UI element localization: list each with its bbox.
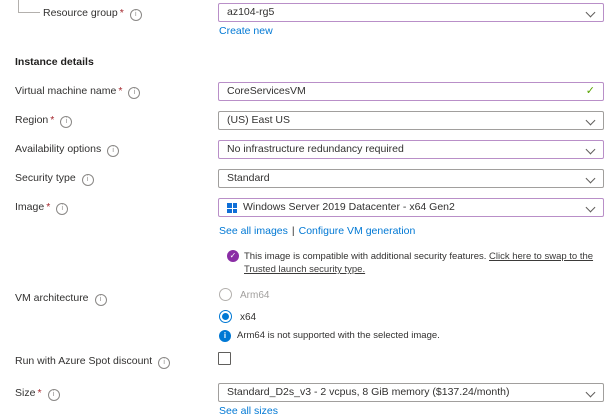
radio-x64[interactable]: [219, 310, 232, 323]
region-dropdown[interactable]: (US) East US: [218, 111, 604, 130]
chevron-down-icon[interactable]: [586, 116, 596, 126]
tree-connector-line: [18, 0, 40, 13]
security-type-value: Standard: [227, 172, 270, 184]
image-value: Windows Server 2019 Datacenter - x64 Gen…: [227, 201, 455, 213]
size-label-text: Size: [15, 387, 35, 399]
link-separator: |: [292, 225, 295, 237]
required-asterisk: *: [120, 7, 124, 19]
image-security-notice: This image is compatible with additional…: [244, 250, 613, 276]
availability-options-label: Availability options i: [15, 143, 119, 157]
size-dropdown[interactable]: Standard_D2s_v3 - 2 vcpus, 8 GiB memory …: [218, 383, 604, 402]
chevron-down-icon[interactable]: [586, 145, 596, 155]
availability-options-value: No infrastructure redundancy required: [227, 143, 404, 155]
chevron-down-icon[interactable]: [586, 8, 596, 18]
availability-options-label-text: Availability options: [15, 143, 101, 155]
radio-x64-label[interactable]: x64: [240, 312, 256, 323]
vm-name-value: CoreServicesVM: [227, 85, 306, 97]
image-links-row: See all images | Configure VM generation: [219, 225, 415, 237]
arm64-not-supported-note: Arm64 is not supported with the selected…: [237, 330, 440, 341]
security-type-dropdown[interactable]: Standard: [218, 169, 604, 188]
create-new-link[interactable]: Create new: [219, 25, 273, 37]
vm-architecture-label: VM architecture i: [15, 292, 107, 306]
info-icon[interactable]: i: [107, 145, 119, 157]
image-security-notice-text: This image is compatible with additional…: [244, 251, 486, 262]
info-icon[interactable]: i: [95, 294, 107, 306]
required-asterisk: *: [50, 114, 54, 126]
azure-spot-checkbox[interactable]: [218, 352, 231, 365]
resource-group-dropdown[interactable]: az104-rg5: [218, 3, 604, 22]
info-icon[interactable]: i: [158, 357, 170, 369]
region-label: Region* i: [15, 114, 72, 128]
chevron-down-icon[interactable]: [586, 174, 596, 184]
info-badge-icon: i: [219, 330, 231, 342]
info-icon[interactable]: i: [82, 174, 94, 186]
image-label-text: Image: [15, 201, 44, 213]
image-label: Image* i: [15, 201, 68, 215]
swap-trusted-launch-link-line1[interactable]: Click here to swap to the: [489, 251, 593, 262]
vm-name-label-text: Virtual machine name: [15, 85, 116, 97]
trusted-launch-shield-icon: ✓: [227, 250, 239, 262]
size-value: Standard_D2s_v3 - 2 vcpus, 8 GiB memory …: [227, 386, 509, 398]
security-type-label-text: Security type: [15, 172, 76, 184]
info-icon[interactable]: i: [60, 116, 72, 128]
radio-arm64-label[interactable]: Arm64: [240, 290, 269, 301]
info-icon[interactable]: i: [130, 9, 142, 21]
see-all-images-link[interactable]: See all images: [219, 225, 288, 237]
vm-name-label: Virtual machine name* i: [15, 85, 140, 99]
availability-options-dropdown[interactable]: No infrastructure redundancy required: [218, 140, 604, 159]
radio-arm64[interactable]: [219, 288, 232, 301]
resource-group-label-text: Resource group: [43, 7, 118, 19]
size-label: Size* i: [15, 387, 60, 401]
required-asterisk: *: [46, 201, 50, 213]
required-asterisk: *: [37, 387, 41, 399]
configure-vm-generation-link[interactable]: Configure VM generation: [299, 225, 416, 237]
see-all-sizes-link[interactable]: See all sizes: [219, 405, 278, 417]
info-icon[interactable]: i: [128, 87, 140, 99]
required-asterisk: *: [118, 85, 122, 97]
image-dropdown[interactable]: Windows Server 2019 Datacenter - x64 Gen…: [218, 198, 604, 217]
valid-check-icon: ✓: [586, 83, 595, 100]
resource-group-label: Resource group* i: [43, 7, 142, 21]
chevron-down-icon[interactable]: [586, 388, 596, 398]
info-icon[interactable]: i: [56, 203, 68, 215]
security-type-label: Security type i: [15, 172, 94, 186]
azure-spot-label: Run with Azure Spot discount i: [15, 355, 170, 369]
vm-architecture-label-text: VM architecture: [15, 292, 89, 304]
chevron-down-icon[interactable]: [586, 203, 596, 213]
info-icon[interactable]: i: [48, 389, 60, 401]
resource-group-value: az104-rg5: [227, 6, 274, 18]
windows-logo-icon: [227, 203, 237, 213]
swap-trusted-launch-link-line2[interactable]: Trusted launch security type.: [244, 264, 365, 275]
region-label-text: Region: [15, 114, 48, 126]
vm-name-input[interactable]: CoreServicesVM ✓: [218, 82, 604, 101]
azure-spot-label-text: Run with Azure Spot discount: [15, 355, 152, 367]
section-title-instance-details: Instance details: [15, 56, 94, 68]
region-value: (US) East US: [227, 114, 290, 126]
